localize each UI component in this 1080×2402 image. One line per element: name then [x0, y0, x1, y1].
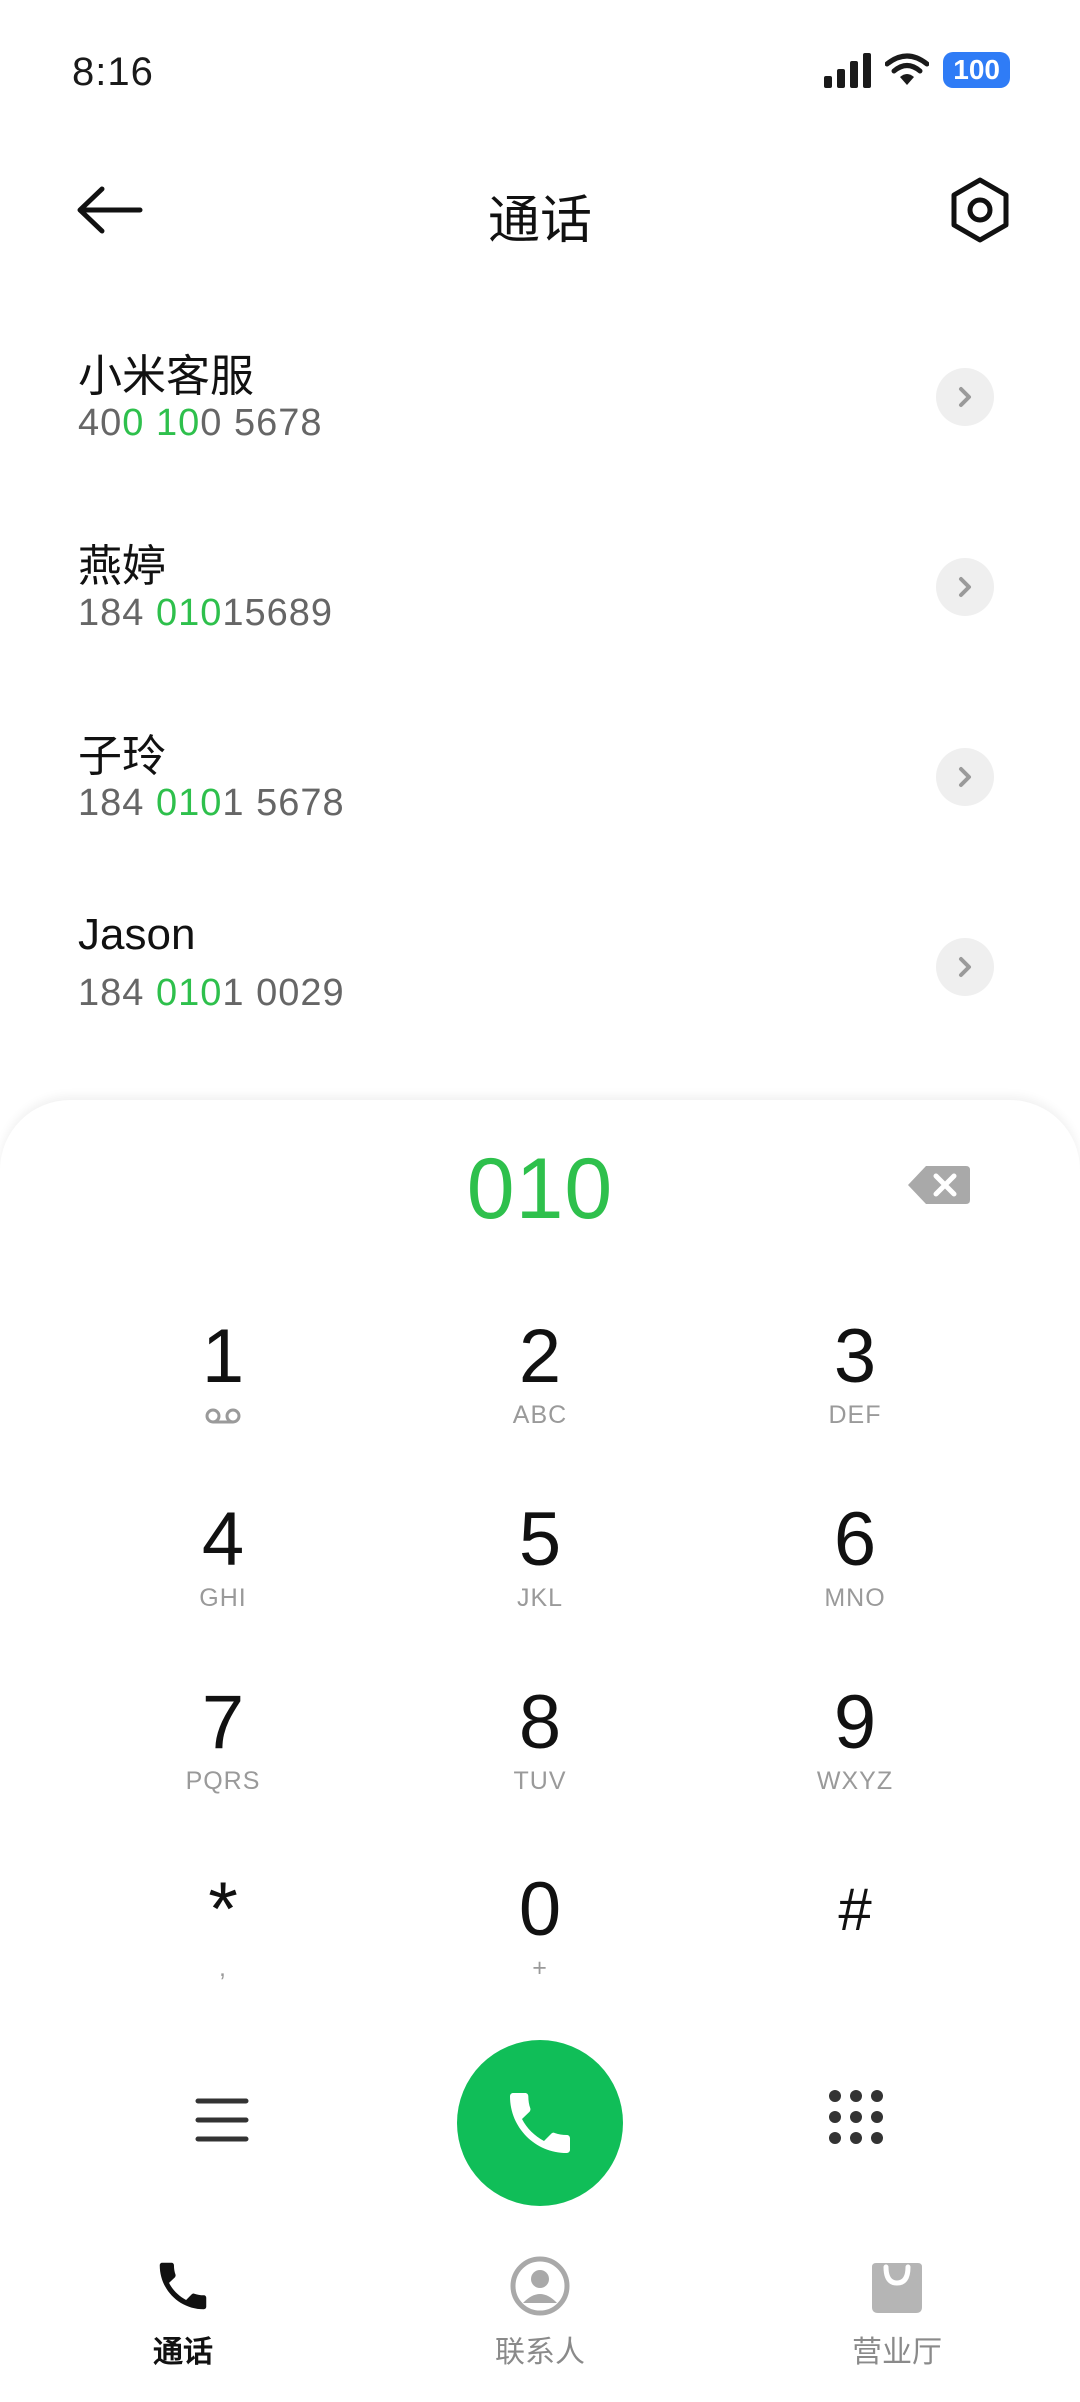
call-button[interactable]: [457, 2040, 623, 2206]
dialpad-grid-icon[interactable]: [827, 2088, 885, 2146]
matched-digits: 010: [155, 592, 223, 634]
number-segment: 40: [78, 402, 123, 444]
contact-name: 子玲: [78, 732, 166, 781]
contact-row[interactable]: 小米客服 400 100 5678: [0, 300, 1080, 490]
key-digit: *: [208, 1867, 238, 1952]
key-digit: 6: [833, 1497, 877, 1582]
number-segment: 184: [78, 782, 156, 824]
dial-key-5[interactable]: 5 JKL: [410, 1498, 670, 1658]
dial-key-star[interactable]: * ,: [93, 1868, 353, 2028]
tab-contacts[interactable]: 联系人: [440, 2255, 640, 2371]
number-segment: 184: [78, 592, 156, 634]
dial-key-hash[interactable]: #: [725, 1868, 985, 2028]
contact-detail-button[interactable]: [936, 938, 994, 996]
key-letters: ABC: [512, 1401, 568, 1429]
dial-key-1[interactable]: 1: [93, 1315, 353, 1475]
shopping-bag-icon: [872, 2263, 922, 2313]
key-digit: #: [838, 1876, 872, 1943]
number-segment: 15689: [222, 592, 334, 634]
number-segment: 184: [78, 972, 156, 1014]
contact-number: 400 100 5678: [78, 402, 323, 445]
contact-detail-button[interactable]: [936, 558, 994, 616]
tab-calls[interactable]: 通话: [83, 2255, 283, 2371]
chevron-right-icon: [959, 957, 971, 977]
contact-row[interactable]: 燕婷 184 01015689: [0, 490, 1080, 680]
dial-key-7[interactable]: 7 PQRS: [93, 1681, 353, 1841]
key-letters: WXYZ: [816, 1767, 894, 1795]
battery-indicator: 100: [943, 52, 1010, 88]
menu-icon[interactable]: [195, 2095, 249, 2145]
key-letters: PQRS: [185, 1767, 261, 1795]
contact-row[interactable]: 子玲 184 0101 5678: [0, 680, 1080, 870]
bottom-tab-bar: 通话 联系人 营业厅: [0, 2225, 1080, 2402]
key-letters: JKL: [516, 1584, 564, 1612]
key-digit: 5: [518, 1497, 562, 1582]
number-segment: 0 5678: [200, 402, 323, 444]
wifi-icon: [885, 53, 930, 85]
tab-label: 联系人: [495, 2336, 585, 2369]
contact-name: Jason: [78, 910, 196, 959]
number-segment: [144, 402, 156, 444]
dial-key-0[interactable]: 0 +: [410, 1868, 670, 2028]
key-digit: 9: [833, 1680, 877, 1765]
dial-key-3[interactable]: 3 DEF: [725, 1315, 985, 1475]
dial-key-9[interactable]: 9 WXYZ: [725, 1681, 985, 1841]
chevron-right-icon: [959, 767, 971, 787]
key-digit: 1: [201, 1314, 245, 1399]
key-letters: GHI: [199, 1584, 247, 1612]
key-digit: 8: [518, 1680, 562, 1765]
key-digit: 4: [201, 1497, 245, 1582]
phone-icon: [510, 2093, 570, 2153]
contact-row[interactable]: Jason 184 0101 0029: [0, 870, 1080, 1060]
contact-name: 小米客服: [78, 352, 254, 401]
header: 通话: [0, 150, 1080, 270]
status-icons: 100: [824, 52, 1010, 88]
key-letters: TUV: [513, 1767, 567, 1795]
contact-number: 184 01015689: [78, 592, 333, 635]
chevron-right-icon: [959, 577, 971, 597]
status-time: 8:16: [72, 50, 154, 94]
chevron-right-icon: [959, 387, 971, 407]
key-digit: 0: [518, 1867, 562, 1952]
matched-digits: 010: [155, 782, 223, 824]
dial-key-4[interactable]: 4 GHI: [93, 1498, 353, 1658]
contact-number: 184 0101 5678: [78, 782, 345, 825]
tab-label: 通话: [153, 2336, 213, 2369]
status-bar: 8:16 100: [0, 0, 1080, 150]
matched-digits: 0: [122, 402, 145, 444]
phone-icon: [159, 2262, 207, 2310]
key-letters: MNO: [824, 1584, 886, 1612]
key-letters: +: [532, 1954, 548, 1982]
tab-service-hall[interactable]: 营业厅: [797, 2255, 997, 2371]
dial-key-8[interactable]: 8 TUV: [410, 1681, 670, 1841]
key-letters: DEF: [828, 1401, 882, 1429]
dialpad-actions: [0, 2040, 1080, 2210]
matched-digits: 10: [155, 402, 201, 444]
settings-icon[interactable]: [948, 176, 1012, 244]
backspace-icon[interactable]: [906, 1162, 972, 1208]
key-digit: 3: [833, 1314, 877, 1399]
key-letters: ,: [219, 1954, 227, 1982]
signal-icon: [824, 52, 872, 88]
page-title: 通话: [487, 192, 592, 250]
contact-detail-button[interactable]: [936, 748, 994, 806]
dial-key-6[interactable]: 6 MNO: [725, 1498, 985, 1658]
number-segment: 1 0029: [222, 972, 345, 1014]
dialpad-panel: 010 1 2 ABC 3 DEF 4 GHI 5 JKL 6 MNO 7 PQ…: [0, 1100, 1080, 2225]
number-segment: 1 5678: [222, 782, 345, 824]
key-digit: 7: [201, 1680, 245, 1765]
voicemail-icon: [205, 1408, 241, 1424]
contact-detail-button[interactable]: [936, 368, 994, 426]
key-digit: 2: [518, 1314, 562, 1399]
contacts-icon: [510, 2256, 570, 2316]
contact-number: 184 0101 0029: [78, 972, 345, 1015]
matched-digits: 010: [155, 972, 223, 1014]
tab-label: 营业厅: [852, 2336, 942, 2369]
contact-name: 燕婷: [78, 542, 166, 591]
dial-key-2[interactable]: 2 ABC: [410, 1315, 670, 1475]
